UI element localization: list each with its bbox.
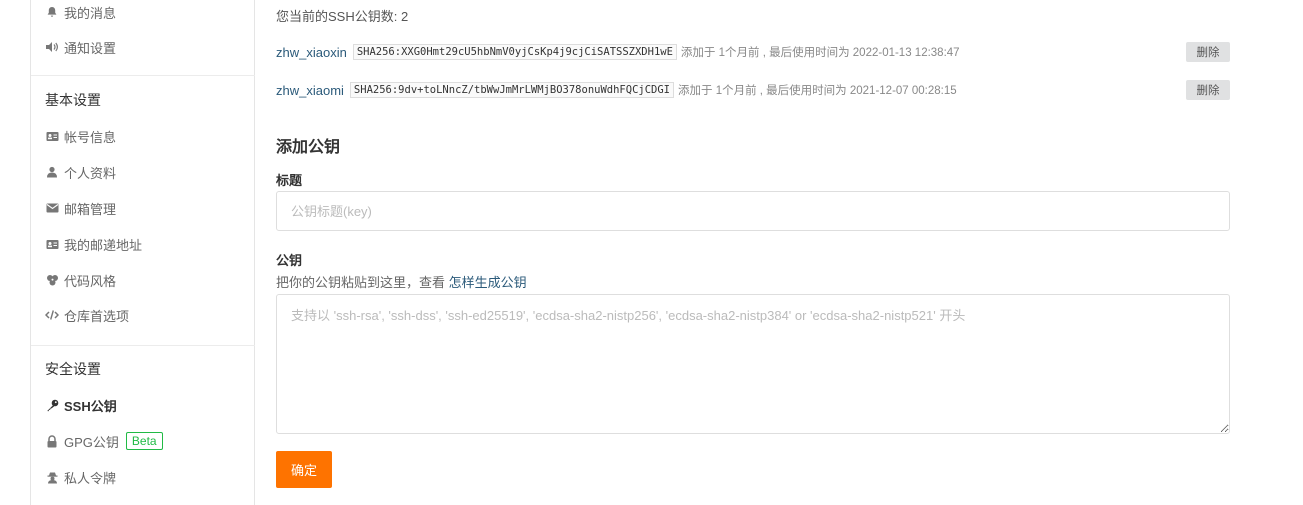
sidebar-item-notification-settings[interactable]: 通知设置	[45, 37, 116, 57]
envelope-icon	[45, 201, 59, 215]
help-prefix: 把你的公钥粘贴到这里，查看	[276, 275, 449, 290]
sidebar-item-label: 邮箱管理	[64, 201, 117, 217]
key-field-label: 公钥	[276, 253, 303, 268]
ssh-key-count: 您当前的SSH公钥数: 2	[276, 9, 409, 24]
id-card-icon	[45, 129, 59, 143]
ssh-key-row: zhw_xiaomi SHA256:9dv+toLNncZ/tbWwJmMrLW…	[276, 80, 1230, 100]
ssh-key-meta: 添加于 1个月前 , 最后使用时间为 2021-12-07 00:28:15	[678, 85, 957, 97]
sidebar-item-label: GPG公钥	[64, 434, 119, 450]
how-to-generate-key-link[interactable]: 怎样生成公钥	[449, 275, 527, 290]
settings-sidebar: 我的消息 通知设置 基本设置 帐号信息 个人资料 邮箱管理 我的邮递地址 代码风…	[30, 0, 255, 505]
code-icon	[45, 308, 59, 322]
ssh-key-meta: 添加于 1个月前 , 最后使用时间为 2022-01-13 12:38:47	[680, 47, 960, 59]
sidebar-divider	[31, 75, 255, 76]
user-icon	[45, 165, 59, 179]
key-help-text: 把你的公钥粘贴到这里，查看 怎样生成公钥	[276, 272, 527, 291]
submit-button[interactable]: 确定	[276, 451, 332, 488]
security-settings-header: 安全设置	[45, 361, 101, 377]
ssh-keys-panel: 您当前的SSH公钥数: 2 zhw_xiaoxin SHA256:XXG0Hmt…	[276, 0, 1230, 505]
sidebar-item-label: 个人资料	[64, 165, 117, 181]
sidebar-divider	[31, 345, 255, 346]
sidebar-item-label: 通知设置	[64, 40, 117, 56]
key-title-input[interactable]	[276, 191, 1230, 231]
add-key-title: 添加公钥	[276, 139, 341, 156]
key-icon	[45, 398, 59, 412]
ssh-key-fingerprint: SHA256:9dv+toLNncZ/tbWwJmMrLWMjBO378onuW…	[349, 82, 674, 98]
sidebar-item-label: 代码风格	[64, 273, 117, 289]
address-card-icon	[45, 237, 59, 251]
user-secret-icon	[45, 470, 59, 484]
sidebar-item-label: SSH公钥	[64, 398, 117, 414]
sidebar-item-ssh-keys[interactable]: SSH公钥	[45, 395, 117, 415]
sidebar-item-personal-tokens[interactable]: 私人令牌	[45, 467, 116, 487]
public-key-textarea[interactable]	[276, 294, 1230, 434]
palette-icon	[45, 273, 59, 287]
sidebar-item-repo-preferences[interactable]: 仓库首选项	[45, 305, 129, 325]
delete-key-button[interactable]: 删除	[1186, 42, 1230, 62]
volume-icon	[45, 40, 59, 54]
sidebar-item-label: 私人令牌	[64, 470, 117, 486]
bell-icon	[45, 5, 59, 19]
sidebar-item-mailing-address[interactable]: 我的邮递地址	[45, 234, 142, 254]
ssh-key-fingerprint: SHA256:XXG0Hmt29cU5hbNmV0yjCsKp4j9cjCiSA…	[352, 44, 677, 60]
ssh-key-row: zhw_xiaoxin SHA256:XXG0Hmt29cU5hbNmV0yjC…	[276, 42, 1230, 62]
sidebar-item-code-style[interactable]: 代码风格	[45, 270, 116, 290]
sidebar-item-label: 仓库首选项	[64, 308, 130, 324]
sidebar-item-profile[interactable]: 个人资料	[45, 162, 116, 182]
sidebar-item-label: 我的邮递地址	[64, 237, 143, 253]
sidebar-item-account-info[interactable]: 帐号信息	[45, 126, 116, 146]
title-field-label: 标题	[276, 173, 303, 188]
ssh-key-name: zhw_xiaoxin	[276, 44, 347, 60]
sidebar-item-gpg-keys[interactable]: GPG公钥 Beta	[45, 431, 163, 451]
sidebar-item-label: 帐号信息	[64, 129, 117, 145]
sidebar-item-email-management[interactable]: 邮箱管理	[45, 198, 116, 218]
sidebar-item-label: 我的消息	[64, 5, 117, 21]
lock-icon	[45, 434, 59, 448]
beta-badge: Beta	[125, 432, 163, 450]
sidebar-item-messages[interactable]: 我的消息	[45, 2, 116, 22]
delete-key-button[interactable]: 删除	[1186, 80, 1230, 100]
basic-settings-header: 基本设置	[45, 92, 101, 108]
ssh-key-name: zhw_xiaomi	[276, 82, 344, 98]
